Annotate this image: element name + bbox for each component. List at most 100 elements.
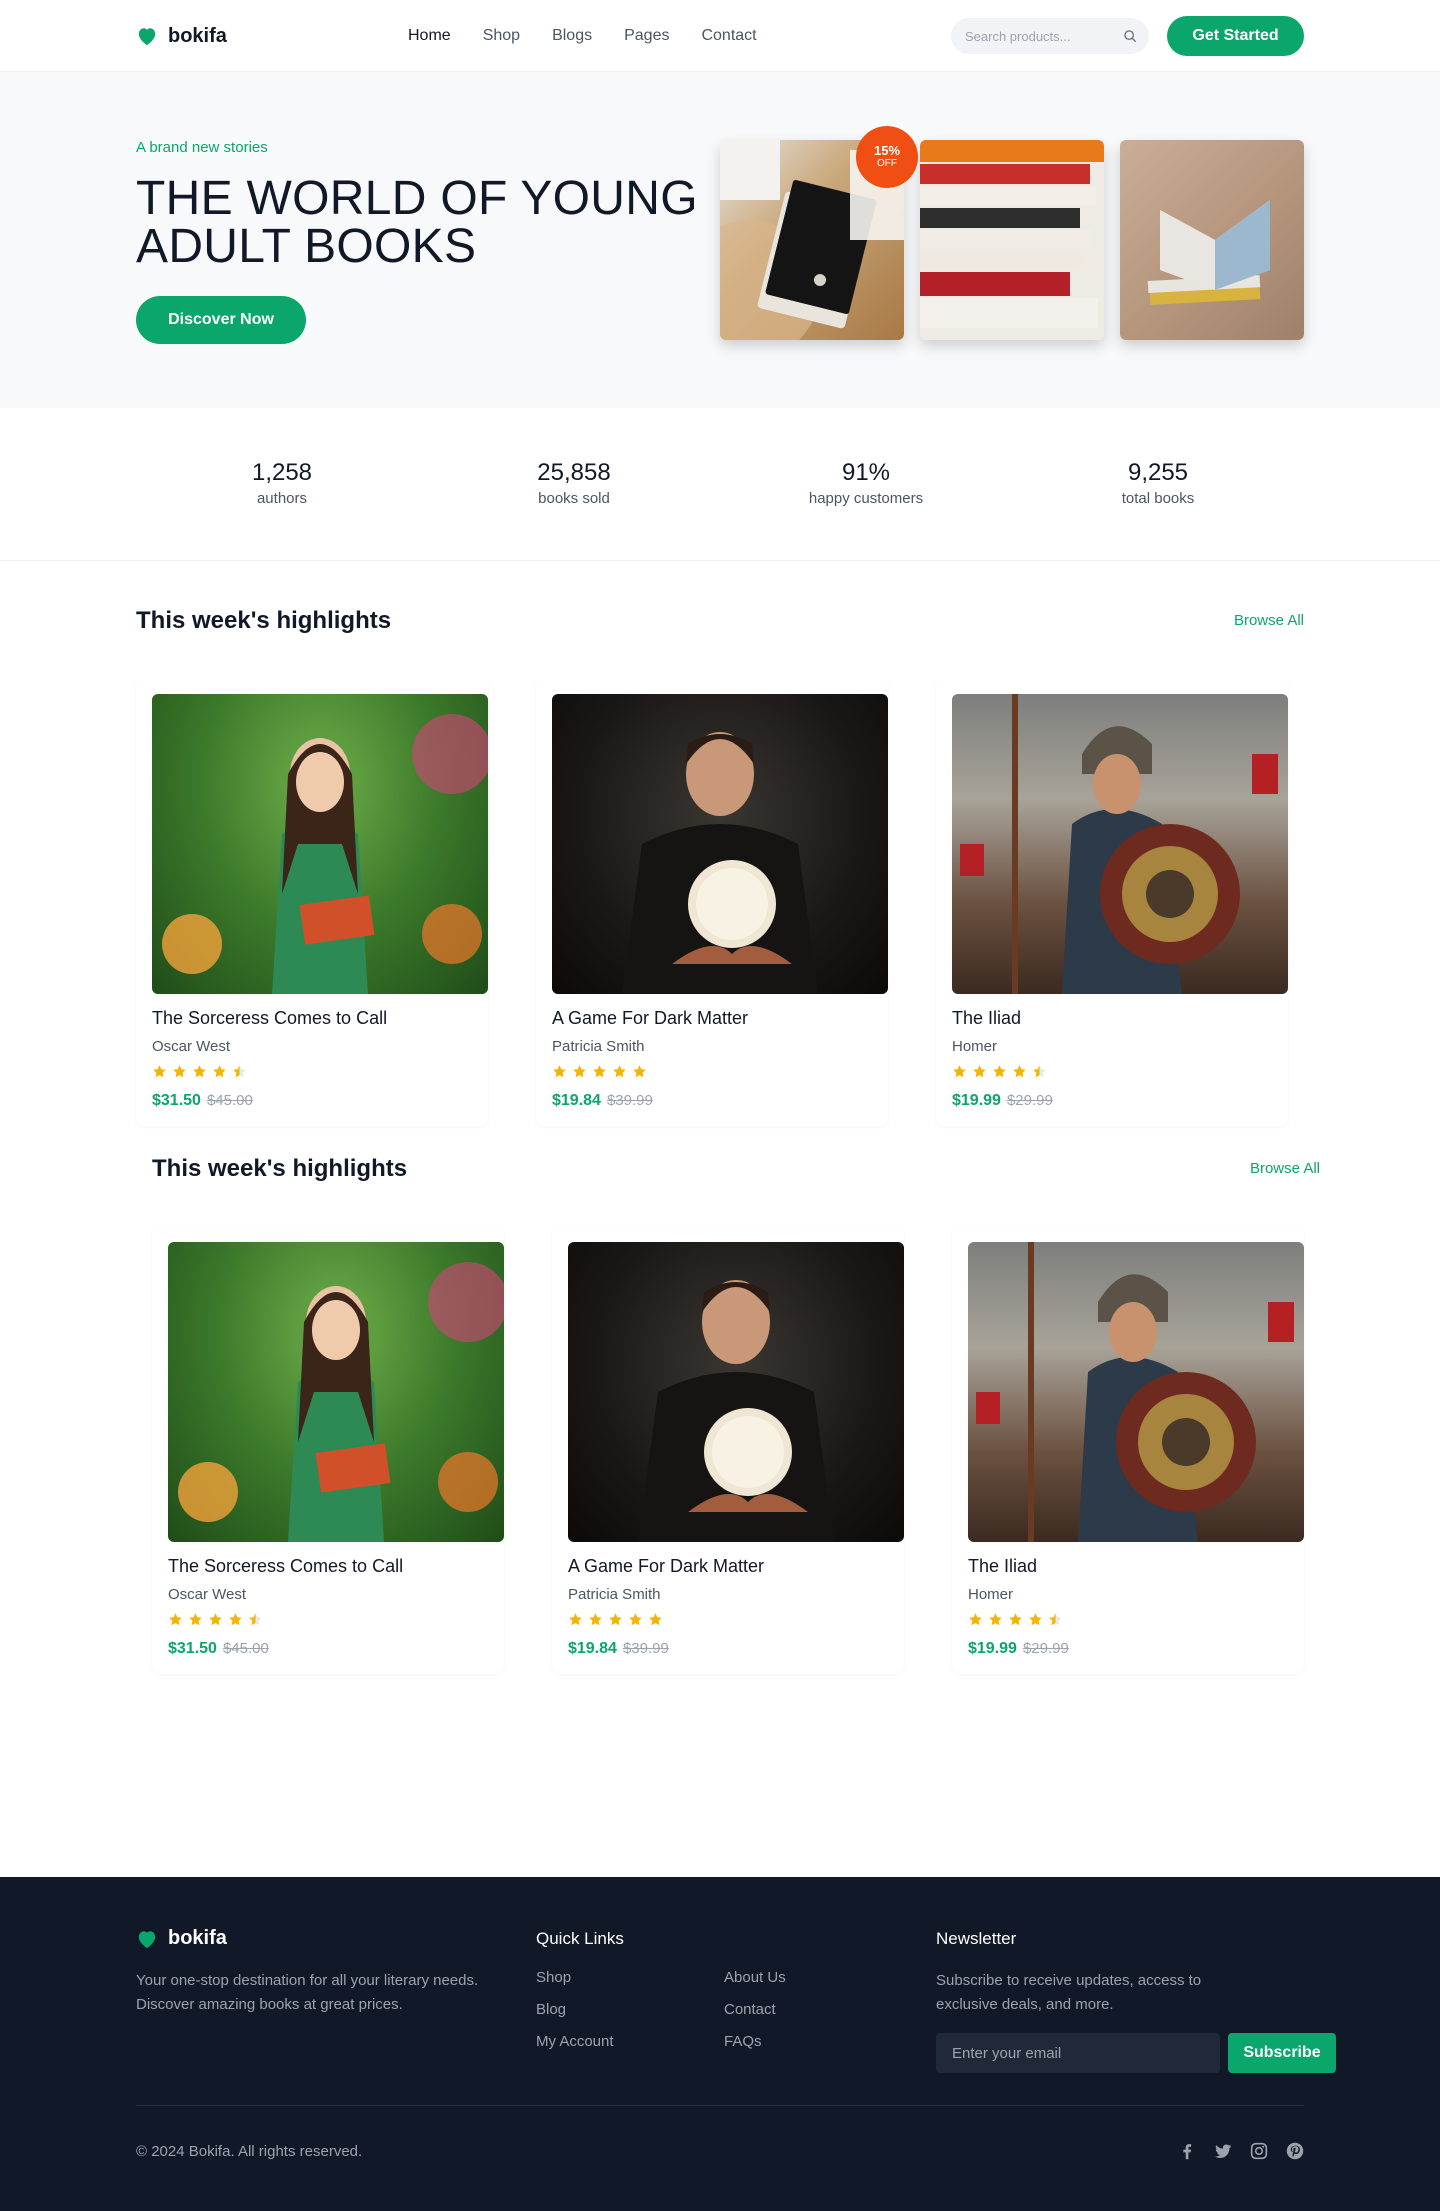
current-price: $19.84 — [568, 1640, 617, 1657]
brand-logo[interactable]: bokifa — [136, 25, 227, 48]
book-card[interactable]: The Sorceress Comes to Call Oscar West $… — [136, 678, 488, 1126]
book-cover-image — [168, 1242, 504, 1542]
search-icon[interactable] — [1123, 29, 1137, 43]
section-title: This week's highlights — [136, 607, 392, 634]
rating-stars — [552, 1064, 647, 1079]
rating-stars — [152, 1064, 247, 1079]
facebook-icon[interactable] — [1176, 2140, 1198, 2162]
star-icon — [229, 1613, 242, 1626]
star-icon — [169, 1613, 182, 1626]
site-header: bokifa Home Shop Blogs Pages Contact Get… — [0, 0, 1440, 72]
hero-section: A brand new stories THE WORLD OF YOUNG A… — [0, 72, 1440, 408]
discount-percent: 15% — [873, 143, 901, 158]
instagram-icon[interactable] — [1248, 2140, 1270, 2162]
stat-total-books: 9,255 total books — [1012, 408, 1304, 561]
footer-link-shop[interactable]: Shop — [536, 1969, 571, 1986]
star-icon — [993, 1065, 1006, 1078]
star-icon — [193, 1065, 206, 1078]
old-price: $29.99 — [1022, 1640, 1069, 1657]
copyright-text: © 2024 Bokifa. All rights reserved. — [136, 2143, 363, 2160]
star-icon — [173, 1065, 186, 1078]
footer-link-contact[interactable]: Contact — [724, 2001, 776, 2018]
book-card[interactable]: A Game For Dark Matter Patricia Smith $1… — [552, 1226, 904, 1674]
book-cover-image — [152, 694, 488, 994]
stats-section: 1,258 authors 25,858 books sold 91% happ… — [0, 408, 1440, 561]
main-nav: Home Shop Blogs Pages Contact — [408, 0, 789, 72]
star-icon — [1033, 1065, 1046, 1078]
book-title[interactable]: A Game For Dark Matter — [552, 1008, 748, 1029]
discover-now-button[interactable]: Discover Now — [136, 296, 306, 344]
footer-brand-logo[interactable]: bokifa — [136, 1927, 227, 1950]
nav-contact[interactable]: Contact — [701, 27, 756, 45]
book-card[interactable]: The Iliad Homer $19.99 $29.99 — [936, 678, 1288, 1126]
book-card[interactable]: The Iliad Homer $19.99 $29.99 — [952, 1226, 1304, 1674]
browse-all-link[interactable]: Browse All — [1234, 612, 1304, 629]
footer-link-blog[interactable]: Blog — [536, 2001, 566, 2018]
book-author: Oscar West — [168, 1586, 247, 1603]
star-icon — [613, 1065, 626, 1078]
book-price: $19.99 $29.99 — [952, 1092, 1053, 1110]
hero-title: THE WORLD OF YOUNG ADULT BOOKS — [136, 172, 698, 273]
stat-label: books sold — [538, 490, 610, 507]
highlights-section-2: This week's highlights Browse All The So… — [152, 1109, 1320, 1674]
twitter-icon[interactable] — [1212, 2140, 1234, 2162]
rating-stars — [968, 1612, 1063, 1627]
subscribe-button[interactable]: Subscribe — [1228, 2033, 1336, 2073]
book-title[interactable]: The Iliad — [952, 1008, 1021, 1029]
rating-stars — [168, 1612, 263, 1627]
book-author: Homer — [968, 1586, 1014, 1603]
star-icon — [249, 1613, 262, 1626]
stat-happy-customers: 91% happy customers — [720, 408, 1012, 561]
nav-shop[interactable]: Shop — [483, 27, 520, 45]
star-icon — [629, 1613, 642, 1626]
book-price: $31.50 $45.00 — [152, 1092, 253, 1110]
footer-link-faqs[interactable]: FAQs — [724, 2033, 762, 2050]
old-price: $45.00 — [222, 1640, 269, 1657]
star-icon — [569, 1613, 582, 1626]
book-price: $19.99 $29.99 — [968, 1640, 1069, 1658]
footer-description: Your one-stop destination for all your l… — [136, 1972, 479, 2013]
pinterest-icon[interactable] — [1284, 2140, 1306, 2162]
book-card[interactable]: The Sorceress Comes to Call Oscar West $… — [152, 1226, 504, 1674]
book-author: Oscar West — [152, 1038, 231, 1055]
book-cover-image — [552, 694, 888, 994]
book-cover-image — [968, 1242, 1304, 1542]
brand-name: bokifa — [168, 24, 227, 47]
get-started-button[interactable]: Get Started — [1167, 16, 1304, 56]
search-input[interactable] — [965, 28, 1115, 44]
footer-link-about-us[interactable]: About Us — [724, 1969, 786, 1986]
star-icon — [953, 1065, 966, 1078]
hero-tagline: A brand new stories — [136, 139, 268, 156]
heart-icon — [138, 1930, 156, 1948]
book-card[interactable]: A Game For Dark Matter Patricia Smith $1… — [536, 678, 888, 1126]
section-title: This week's highlights — [152, 1155, 408, 1182]
star-icon — [1013, 1065, 1026, 1078]
star-icon — [553, 1065, 566, 1078]
book-cover-image — [568, 1242, 904, 1542]
nav-blogs[interactable]: Blogs — [552, 27, 592, 45]
newsletter-email-input[interactable] — [936, 2033, 1220, 2073]
current-price: $31.50 — [152, 1092, 201, 1109]
book-cover-image — [952, 694, 1288, 994]
nav-home[interactable]: Home — [408, 27, 451, 45]
rating-stars — [568, 1612, 663, 1627]
book-title[interactable]: The Sorceress Comes to Call — [168, 1556, 403, 1577]
nav-pages[interactable]: Pages — [624, 27, 669, 45]
star-icon — [989, 1613, 1002, 1626]
stat-books-sold: 25,858 books sold — [428, 408, 720, 561]
book-title[interactable]: A Game For Dark Matter — [568, 1556, 764, 1577]
book-title[interactable]: The Sorceress Comes to Call — [152, 1008, 387, 1029]
star-icon — [213, 1065, 226, 1078]
old-price: $39.99 — [622, 1640, 669, 1657]
book-title[interactable]: The Iliad — [968, 1556, 1037, 1577]
current-price: $19.99 — [952, 1092, 1001, 1109]
stat-value: 25,858 — [537, 459, 611, 486]
book-author: Patricia Smith — [552, 1038, 645, 1055]
star-icon — [1029, 1613, 1042, 1626]
star-icon — [589, 1613, 602, 1626]
star-icon — [593, 1065, 606, 1078]
browse-all-link[interactable]: Browse All — [1250, 1160, 1320, 1177]
discount-badge: 15% OFF — [856, 126, 918, 188]
footer-link-my-account[interactable]: My Account — [536, 2033, 614, 2050]
star-icon — [153, 1065, 166, 1078]
